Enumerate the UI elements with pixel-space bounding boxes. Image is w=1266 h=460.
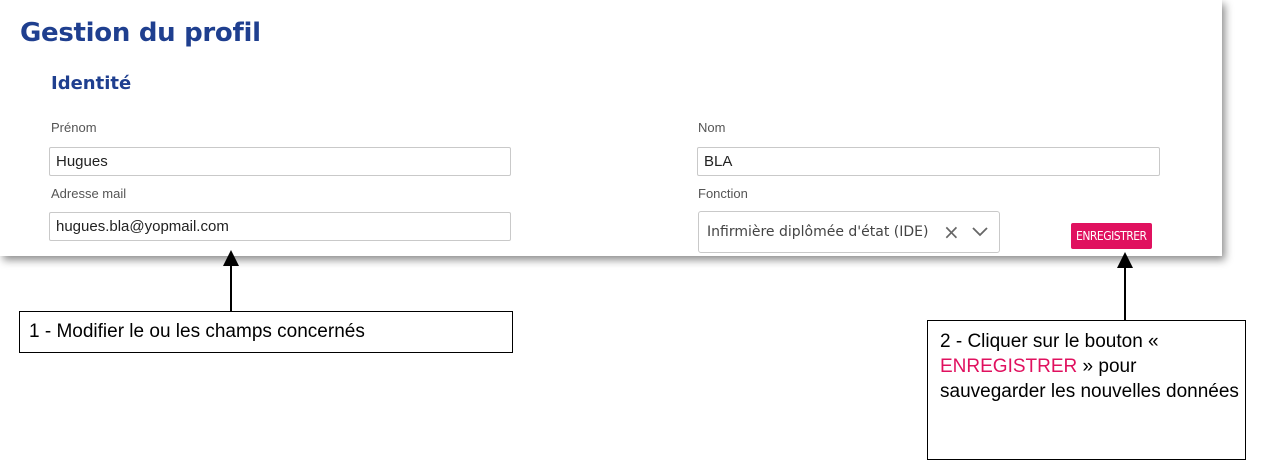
arrow-up-icon [1117,252,1133,320]
email-input[interactable] [49,212,511,241]
chevron-down-icon[interactable] [969,220,991,242]
close-icon[interactable]: × [943,220,960,244]
annotation-step-2-button-name: ENREGISTRER [940,356,1078,377]
function-select-value: Infirmière diplômée d'état (IDE) [707,224,929,240]
last-name-input[interactable] [697,147,1160,176]
arrow-up-icon [223,250,239,312]
first-name-label: Prénom [51,120,97,135]
page-title: Gestion du profil [20,18,261,48]
save-button[interactable]: ENREGISTRER [1071,223,1152,249]
section-title-identity: Identité [51,73,132,94]
function-select[interactable]: Infirmière diplômée d'état (IDE) × [698,211,1000,253]
profile-panel: Gestion du profil Identité Prénom Nom Ad… [0,0,1222,256]
annotation-step-2: 2 - Cliquer sur le bouton « ENREGISTRER … [927,320,1246,460]
annotation-step-2-prefix: 2 - Cliquer sur le bouton « [940,331,1159,352]
email-label: Adresse mail [51,186,127,201]
last-name-label: Nom [698,120,726,135]
first-name-input[interactable] [49,147,511,176]
annotation-step-1: 1 - Modifier le ou les champs concernés [19,311,513,353]
function-label: Fonction [698,186,748,201]
